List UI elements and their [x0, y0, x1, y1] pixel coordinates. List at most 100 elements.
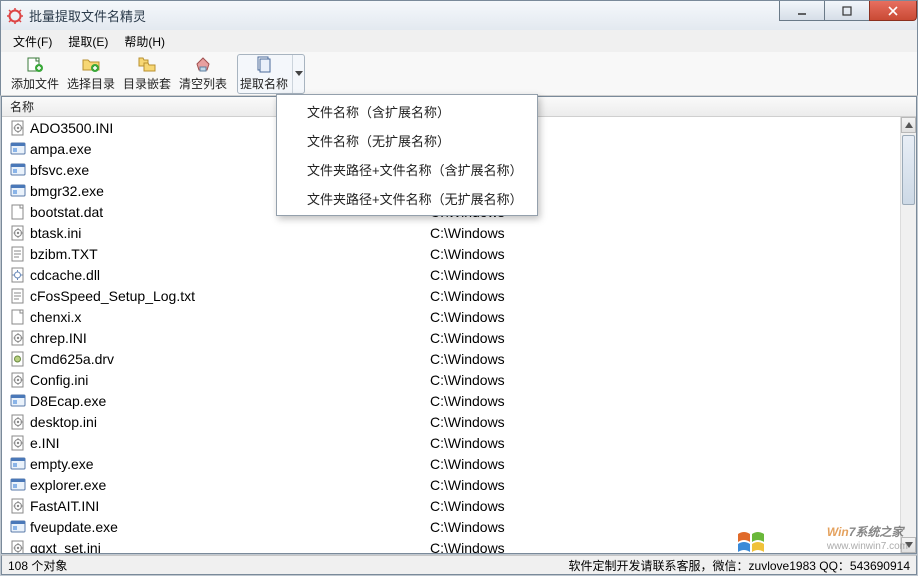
file-icon — [10, 183, 26, 199]
file-icon — [10, 351, 26, 367]
add-files-label: 添加文件 — [11, 75, 59, 92]
file-path: C:\Windows — [430, 435, 505, 451]
table-row[interactable]: btask.iniC:\Windows — [2, 222, 900, 243]
watermark-brand2: 7系统之家 — [849, 525, 904, 539]
menu-extract[interactable]: 提取(E) — [60, 31, 116, 52]
scroll-thumb[interactable] — [902, 135, 915, 205]
file-name: cFosSpeed_Setup_Log.txt — [30, 288, 430, 304]
status-count: 108 个对象 — [8, 557, 67, 574]
table-row[interactable]: e.INIC:\Windows — [2, 432, 900, 453]
nested-dir-label: 目录嵌套 — [123, 75, 171, 92]
close-button[interactable] — [869, 1, 917, 21]
select-dir-button[interactable]: 选择目录 — [63, 54, 119, 94]
dropdown-item-path-filename-ext[interactable]: 文件夹路径+文件名称（含扩展名称） — [279, 155, 535, 184]
file-path: C:\Windows — [430, 477, 505, 493]
clear-list-button[interactable]: 清空列表 — [175, 54, 231, 94]
file-path: C:\Windows — [430, 456, 505, 472]
file-icon — [10, 519, 26, 535]
file-icon — [10, 435, 26, 451]
file-path: C:\Windows — [430, 330, 505, 346]
file-icon — [10, 204, 26, 220]
table-row[interactable]: D8Ecap.exeC:\Windows — [2, 390, 900, 411]
file-name: chenxi.x — [30, 309, 430, 325]
extract-name-button[interactable]: 提取名称 — [237, 54, 305, 94]
file-name: FastAIT.INI — [30, 498, 430, 514]
file-icon — [10, 120, 26, 136]
file-name: chrep.INI — [30, 330, 430, 346]
file-icon — [10, 309, 26, 325]
file-name: Cmd625a.drv — [30, 351, 430, 367]
menubar: 文件(F) 提取(E) 帮助(H) — [0, 30, 918, 52]
table-row[interactable]: desktop.iniC:\Windows — [2, 411, 900, 432]
file-path: C:\Windows — [430, 414, 505, 430]
file-name: fveupdate.exe — [30, 519, 430, 535]
file-icon — [10, 330, 26, 346]
table-row[interactable]: FastAIT.INIC:\Windows — [2, 495, 900, 516]
table-row[interactable]: chenxi.xC:\Windows — [2, 306, 900, 327]
dropdown-item-filename-noext[interactable]: 文件名称（无扩展名称） — [279, 126, 535, 155]
titlebar: 批量提取文件名精灵 — [0, 0, 918, 30]
file-path: C:\Windows — [430, 372, 505, 388]
file-name: cdcache.dll — [30, 267, 430, 283]
windows-logo-icon — [736, 530, 768, 554]
minimize-button[interactable] — [779, 1, 825, 21]
dropdown-item-filename-ext[interactable]: 文件名称（含扩展名称） — [279, 97, 535, 126]
table-row[interactable]: cFosSpeed_Setup_Log.txtC:\Windows — [2, 285, 900, 306]
file-path: C:\Windows — [430, 498, 505, 514]
nested-dir-button[interactable]: 目录嵌套 — [119, 54, 175, 94]
file-name: desktop.ini — [30, 414, 430, 430]
table-row[interactable]: Cmd625a.drvC:\Windows — [2, 348, 900, 369]
file-icon — [10, 540, 26, 554]
file-name: gqxt_set.ini — [30, 540, 430, 554]
select-dir-label: 选择目录 — [67, 75, 115, 92]
file-icon — [10, 267, 26, 283]
add-files-button[interactable]: 添加文件 — [7, 54, 63, 94]
file-path: C:\Windows — [430, 519, 505, 535]
dropdown-item-path-filename-noext[interactable]: 文件夹路径+文件名称（无扩展名称） — [279, 184, 535, 213]
file-name: explorer.exe — [30, 477, 430, 493]
extract-name-caret[interactable] — [292, 55, 304, 93]
file-icon — [10, 162, 26, 178]
scroll-up-button[interactable] — [901, 117, 916, 133]
maximize-button[interactable] — [824, 1, 870, 21]
menu-help[interactable]: 帮助(H) — [116, 31, 173, 52]
vertical-scrollbar[interactable] — [900, 117, 916, 553]
file-name: btask.ini — [30, 225, 430, 241]
file-icon — [10, 498, 26, 514]
column-name: 名称 — [10, 98, 34, 115]
table-row[interactable]: chrep.INIC:\Windows — [2, 327, 900, 348]
file-icon — [10, 477, 26, 493]
file-icon — [10, 456, 26, 472]
table-row[interactable]: explorer.exeC:\Windows — [2, 474, 900, 495]
file-path: C:\Windows — [430, 540, 505, 554]
file-path: C:\Windows — [430, 267, 505, 283]
app-icon — [7, 8, 23, 24]
statusbar: 108 个对象 软件定制开发请联系客服，微信：zuvlove1983 QQ：54… — [1, 555, 917, 575]
file-icon — [10, 141, 26, 157]
window-title: 批量提取文件名精灵 — [29, 6, 146, 25]
status-contact: 软件定制开发请联系客服，微信：zuvlove1983 QQ：543690914 — [569, 557, 910, 574]
file-icon — [10, 393, 26, 409]
table-row[interactable]: cdcache.dllC:\Windows — [2, 264, 900, 285]
file-icon — [10, 288, 26, 304]
file-path: C:\Windows — [430, 393, 505, 409]
extract-name-label: 提取名称 — [240, 75, 288, 92]
file-icon — [10, 225, 26, 241]
file-path: C:\Windows — [430, 351, 505, 367]
table-row[interactable]: bzibm.TXTC:\Windows — [2, 243, 900, 264]
file-name: Config.ini — [30, 372, 430, 388]
file-icon — [10, 372, 26, 388]
table-row[interactable]: empty.exeC:\Windows — [2, 453, 900, 474]
extract-name-dropdown: 文件名称（含扩展名称） 文件名称（无扩展名称） 文件夹路径+文件名称（含扩展名称… — [276, 94, 538, 216]
toolbar: 添加文件 选择目录 目录嵌套 清空列表 提取名称 — [0, 52, 918, 96]
file-icon — [10, 246, 26, 262]
window-buttons — [780, 1, 917, 21]
clear-list-label: 清空列表 — [179, 75, 227, 92]
file-name: bzibm.TXT — [30, 246, 430, 262]
file-path: C:\Windows — [430, 309, 505, 325]
menu-file[interactable]: 文件(F) — [5, 31, 60, 52]
file-name: e.INI — [30, 435, 430, 451]
table-row[interactable]: Config.iniC:\Windows — [2, 369, 900, 390]
file-path: C:\Windows — [430, 246, 505, 262]
file-path: C:\Windows — [430, 288, 505, 304]
